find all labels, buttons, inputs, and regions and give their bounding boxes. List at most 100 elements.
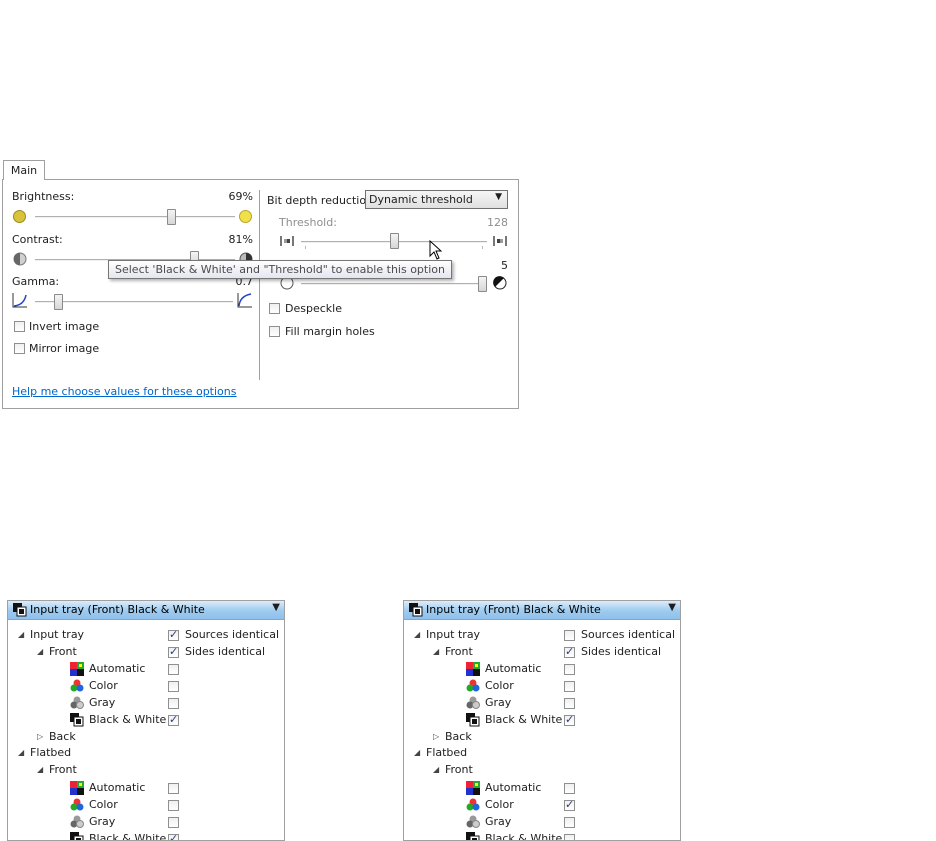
gray-mode-icon (466, 815, 480, 832)
tree-item-automatic[interactable]: Automatic (89, 661, 145, 677)
tree-item-automatic[interactable]: Automatic (485, 661, 541, 677)
tree-item-bw[interactable]: Black & White (89, 712, 166, 728)
noise-slider-thumb[interactable] (478, 276, 487, 292)
color-mode-icon (70, 798, 84, 815)
fill-margin-holes-label: Fill margin holes (285, 325, 375, 338)
tree-item-back[interactable]: Back (49, 729, 76, 745)
tree-item-fb-gray-checkbox[interactable] (168, 817, 179, 828)
brightness-slider[interactable] (35, 216, 235, 218)
bit-depth-select[interactable]: Dynamic threshold ▼ (365, 190, 508, 209)
tree-item-color[interactable]: Color (89, 678, 118, 694)
tree-item-front[interactable]: Front (445, 644, 473, 660)
tree-item-input-tray[interactable]: Input tray (426, 627, 480, 643)
collapsed-triangle-icon[interactable]: ▷ (433, 732, 439, 741)
gray-mode-icon (70, 696, 84, 713)
contrast-label: Contrast: (12, 233, 63, 246)
expanded-triangle-icon[interactable]: ◢ (18, 630, 24, 639)
gamma-slider-thumb[interactable] (54, 294, 63, 310)
settings-panel: Brightness: 69% Contrast: 81% Gamma: 0.7… (2, 179, 519, 409)
expanded-triangle-icon[interactable]: ◢ (37, 765, 43, 774)
expanded-triangle-icon[interactable]: ◢ (37, 647, 43, 656)
tree-item-fb-bw-checkbox[interactable] (168, 832, 179, 840)
tree-item-fb-bw-checkbox[interactable] (564, 834, 575, 840)
noise-value: 5 (501, 259, 508, 272)
tree-item-color[interactable]: Color (485, 678, 514, 694)
tree-item-gray[interactable]: Gray (89, 695, 115, 711)
slider-tick (305, 246, 306, 249)
tree-header-title: Input tray (Front) Black & White (30, 603, 205, 616)
black-white-mode-icon (13, 603, 27, 620)
tree-item-front[interactable]: Front (49, 644, 77, 660)
tree-header[interactable]: Input tray (Front) Black & White ▼ (404, 601, 680, 620)
threshold-slider-thumb[interactable] (390, 233, 399, 249)
tree-item-flatbed[interactable]: Flatbed (426, 745, 467, 761)
tree-item-fb-color-checkbox[interactable] (168, 800, 179, 811)
chevron-down-icon[interactable]: ▼ (668, 602, 676, 613)
noise-slider[interactable] (301, 283, 487, 285)
tree-item-back[interactable]: Back (445, 729, 472, 745)
tree-item-gray-checkbox[interactable] (564, 698, 575, 709)
sides-identical-checkbox[interactable] (564, 645, 575, 658)
tree-item-fb-front[interactable]: Front (445, 762, 473, 778)
expanded-triangle-icon[interactable]: ◢ (18, 748, 24, 757)
despeckle-checkbox[interactable] (269, 303, 280, 314)
tree-item-fb-gray-checkbox[interactable] (564, 817, 575, 828)
tab-main[interactable]: Main (3, 160, 45, 180)
tree-item-fb-gray[interactable]: Gray (485, 814, 511, 830)
expanded-triangle-icon[interactable]: ◢ (433, 765, 439, 774)
brightness-slider-thumb[interactable] (167, 209, 176, 225)
expanded-triangle-icon[interactable]: ◢ (414, 630, 420, 639)
tree-item-fb-automatic-checkbox[interactable] (168, 783, 179, 794)
tree-item-bw-checkbox[interactable] (168, 713, 179, 726)
tree-item-fb-bw[interactable]: Black & White (485, 831, 562, 840)
collapsed-triangle-icon[interactable]: ▷ (37, 732, 43, 741)
tree-item-color-checkbox[interactable] (564, 681, 575, 692)
tree-item-fb-color[interactable]: Color (485, 797, 514, 813)
chevron-down-icon[interactable]: ▼ (272, 602, 280, 613)
threshold-value: 128 (487, 216, 508, 229)
fill-margin-holes-checkbox[interactable] (269, 326, 280, 337)
tree-item-fb-automatic[interactable]: Automatic (485, 780, 541, 796)
slider-tick (482, 246, 483, 249)
brightness-label: Brightness: (12, 190, 75, 203)
gamma-slider[interactable] (35, 301, 233, 303)
gray-mode-icon (70, 815, 84, 832)
sides-identical-checkbox[interactable] (168, 645, 179, 658)
tree-item-fb-automatic-checkbox[interactable] (564, 783, 575, 794)
sources-identical-label: Sources identical (581, 628, 675, 641)
invert-image-checkbox[interactable] (14, 321, 25, 332)
black-white-mode-icon (409, 603, 423, 620)
sides-identical-label: Sides identical (185, 645, 266, 658)
automatic-mode-icon (466, 662, 480, 679)
mirror-image-checkbox[interactable] (14, 343, 25, 354)
black-white-mode-icon (70, 832, 84, 840)
expanded-triangle-icon[interactable]: ◢ (414, 748, 420, 757)
contrast-icon (13, 252, 27, 266)
tree-item-input-tray[interactable]: Input tray (30, 627, 84, 643)
tree-item-flatbed[interactable]: Flatbed (30, 745, 71, 761)
tree-item-automatic-checkbox[interactable] (168, 664, 179, 675)
mirror-image-label: Mirror image (29, 342, 100, 355)
black-white-mode-icon (466, 713, 480, 730)
tree-item-fb-bw[interactable]: Black & White (89, 831, 166, 840)
tree-item-fb-color[interactable]: Color (89, 797, 118, 813)
tree-item-color-checkbox[interactable] (168, 681, 179, 692)
tree-item-fb-gray[interactable]: Gray (89, 814, 115, 830)
tree-item-fb-color-checkbox[interactable] (564, 798, 575, 811)
help-choose-values-link[interactable]: Help me choose values for these options (12, 385, 237, 398)
color-mode-icon (466, 679, 480, 696)
sources-identical-label: Sources identical (185, 628, 279, 641)
tree-item-bw[interactable]: Black & White (485, 712, 562, 728)
sources-identical-checkbox[interactable] (168, 628, 179, 641)
tree-item-fb-front[interactable]: Front (49, 762, 77, 778)
tree-item-bw-checkbox[interactable] (564, 713, 575, 726)
tree-item-automatic-checkbox[interactable] (564, 664, 575, 675)
expanded-triangle-icon[interactable]: ◢ (433, 647, 439, 656)
tree-item-fb-automatic[interactable]: Automatic (89, 780, 145, 796)
tree-item-gray[interactable]: Gray (485, 695, 511, 711)
tree-item-gray-checkbox[interactable] (168, 698, 179, 709)
sources-identical-checkbox[interactable] (564, 630, 575, 641)
tree-header[interactable]: Input tray (Front) Black & White ▼ (8, 601, 284, 620)
scan-source-tree-2: Input tray (Front) Black & White ▼ ◢ Inpu… (403, 600, 681, 841)
contrast-value: 81% (228, 233, 253, 246)
